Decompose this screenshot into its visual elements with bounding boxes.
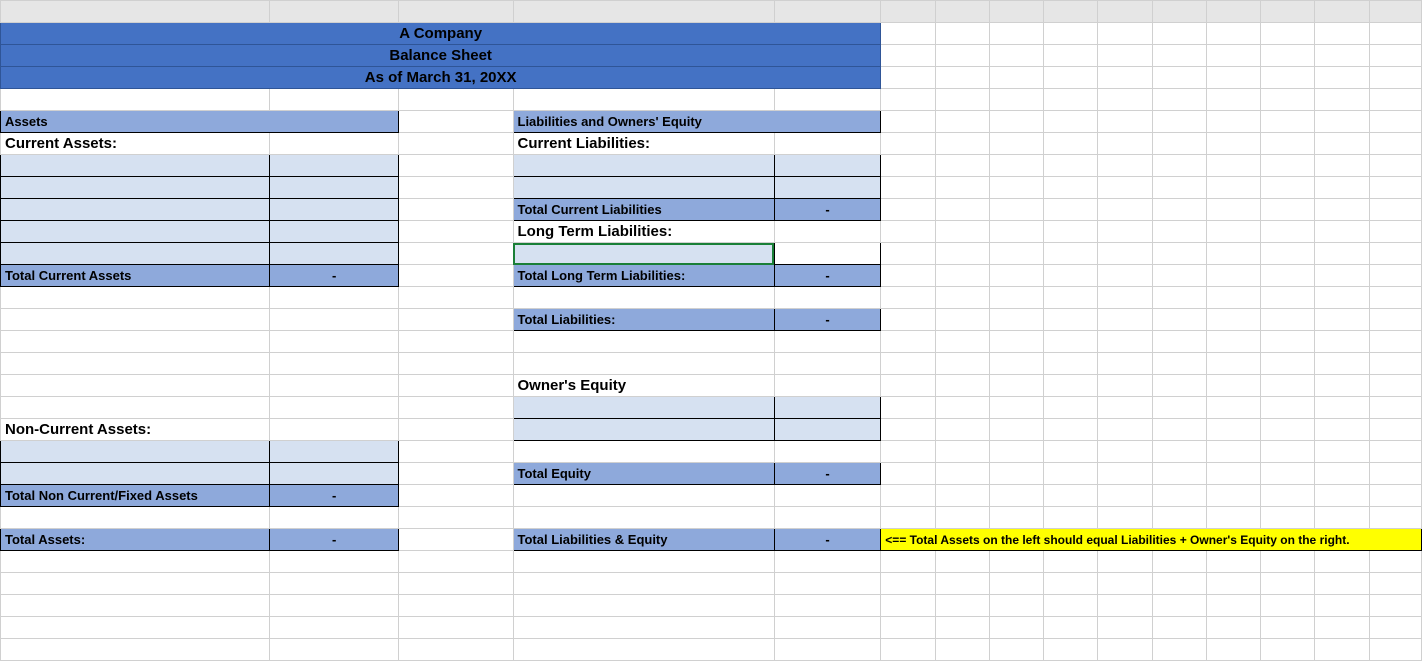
total-long-term-liab-label: Total Long Term Liabilities: <box>513 265 774 287</box>
long-term-liab-cell[interactable] <box>513 243 774 265</box>
balance-note: <== Total Assets on the left should equa… <box>881 529 1422 551</box>
header-title: Balance Sheet <box>1 45 881 67</box>
liab-equity-header: Liabilities and Owners' Equity <box>513 111 881 133</box>
current-asset-cell[interactable] <box>1 221 270 243</box>
equity-value-cell[interactable] <box>774 419 881 441</box>
total-equity-label: Total Equity <box>513 463 774 485</box>
current-asset-value-cell[interactable] <box>270 243 399 265</box>
equity-value-cell[interactable] <box>774 397 881 419</box>
total-liab-value: - <box>774 309 881 331</box>
current-asset-cell[interactable] <box>1 243 270 265</box>
current-assets-label: Current Assets: <box>1 133 270 155</box>
non-current-asset-cell[interactable] <box>1 463 270 485</box>
total-equity-value: - <box>774 463 881 485</box>
long-term-liab-label: Long Term Liabilities: <box>513 221 774 243</box>
current-asset-cell[interactable] <box>1 177 270 199</box>
total-liab-equity-value: - <box>774 529 881 551</box>
current-asset-value-cell[interactable] <box>270 177 399 199</box>
total-long-term-liab-value: - <box>774 265 881 287</box>
current-asset-value-cell[interactable] <box>270 199 399 221</box>
current-liab-cell[interactable] <box>513 155 774 177</box>
total-current-liab-value: - <box>774 199 881 221</box>
current-asset-value-cell[interactable] <box>270 155 399 177</box>
total-current-assets-value: - <box>270 265 399 287</box>
total-liab-equity-label: Total Liabilities & Equity <box>513 529 774 551</box>
current-asset-cell[interactable] <box>1 199 270 221</box>
total-non-current-value: - <box>270 485 399 507</box>
total-non-current-label: Total Non Current/Fixed Assets <box>1 485 270 507</box>
header-company: A Company <box>1 23 881 45</box>
current-liab-value-cell[interactable] <box>774 177 881 199</box>
total-assets-value: - <box>270 529 399 551</box>
non-current-asset-value-cell[interactable] <box>270 441 399 463</box>
total-current-liab-label: Total Current Liabilities <box>513 199 774 221</box>
total-assets-label: Total Assets: <box>1 529 270 551</box>
current-asset-value-cell[interactable] <box>270 221 399 243</box>
header-asof: As of March 31, 20XX <box>1 67 881 89</box>
non-current-asset-cell[interactable] <box>1 441 270 463</box>
equity-cell[interactable] <box>513 419 774 441</box>
total-liab-label: Total Liabilities: <box>513 309 774 331</box>
current-asset-cell[interactable] <box>1 155 270 177</box>
non-current-asset-value-cell[interactable] <box>270 463 399 485</box>
current-liab-value-cell[interactable] <box>774 155 881 177</box>
equity-cell[interactable] <box>513 397 774 419</box>
total-current-assets-label: Total Current Assets <box>1 265 270 287</box>
current-liab-label: Current Liabilities: <box>513 133 774 155</box>
spreadsheet-grid[interactable]: A Company Balance Sheet As of March 31, … <box>0 0 1422 661</box>
assets-header: Assets <box>1 111 399 133</box>
current-liab-cell[interactable] <box>513 177 774 199</box>
non-current-assets-label: Non-Current Assets: <box>1 419 270 441</box>
owners-equity-label: Owner's Equity <box>513 375 774 397</box>
long-term-liab-value-cell[interactable] <box>774 243 881 265</box>
